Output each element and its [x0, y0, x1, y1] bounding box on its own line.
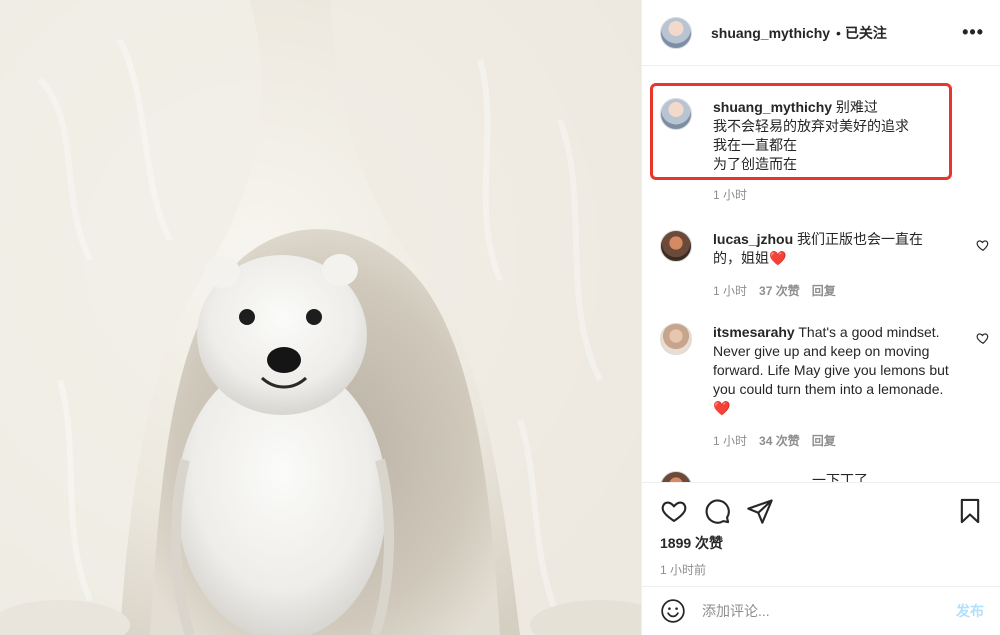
post-comment-button[interactable]: 发布	[956, 601, 984, 621]
caption-line: 我不会轻易的放弃对美好的追求	[713, 118, 909, 134]
caption-username[interactable]: shuang_mythichy	[713, 99, 832, 115]
caption-line: 为了创造而在	[713, 156, 797, 172]
caption-line: 别难过	[835, 99, 878, 115]
reply-button[interactable]: 回复	[812, 432, 836, 451]
comment-like-heart-icon[interactable]	[976, 331, 990, 345]
separator-dot: •	[836, 24, 841, 41]
post-header: shuang_mythichy • 已关注 •••	[642, 0, 1000, 66]
commenter-avatar[interactable]	[660, 323, 692, 355]
comment-input[interactable]	[702, 603, 956, 619]
likes-count[interactable]: 1899 次赞	[642, 533, 1000, 553]
comment-time[interactable]: 1 小时	[713, 432, 747, 451]
caption-line: 我在一直都在	[713, 137, 797, 153]
author-avatar[interactable]	[660, 16, 692, 49]
author-username[interactable]: shuang_mythichy	[711, 25, 830, 41]
posted-time[interactable]: 1 小时前	[642, 561, 1000, 578]
follow-status[interactable]: 已关注	[845, 23, 887, 43]
heart-outline-icon[interactable]	[660, 497, 688, 525]
comment-item: 一下丁了……	[660, 471, 990, 482]
post-actions: 1899 次赞 1 小时前	[642, 482, 1000, 580]
comment-username[interactable]: itsmesarahy	[713, 324, 795, 340]
comment-like-heart-icon[interactable]	[976, 238, 990, 252]
comments-list[interactable]: shuang_mythichy 别难过 我不会轻易的放弃对美好的追求 我在一直都…	[642, 67, 1000, 482]
comment-username[interactable]: lucas_jzhou	[713, 231, 793, 247]
paper-plane-icon[interactable]	[746, 497, 774, 525]
comment-text: 我们正版也会一直在	[797, 231, 924, 247]
comment-text: 的，姐姐❤️	[713, 250, 787, 266]
comment-item: lucas_jzhou 我们正版也会一直在 的，姐姐❤️ 1 小时 37 次赞 …	[660, 230, 990, 301]
post-photo[interactable]	[0, 0, 641, 635]
more-dots-icon[interactable]: •••	[962, 22, 984, 43]
author-avatar[interactable]	[660, 98, 692, 130]
comment-text: 一下丁了……	[812, 472, 896, 482]
comment-likes[interactable]: 34 次赞	[759, 432, 800, 451]
comment-time[interactable]: 1 小时	[713, 282, 747, 301]
add-comment-bar: 发布	[642, 586, 1000, 635]
post-panel: shuang_mythichy • 已关注 ••• shuang_mythich…	[641, 0, 1000, 635]
comment-bubble-icon[interactable]	[703, 497, 731, 525]
comment-item: itsmesarahy That's a good mindset. Never…	[660, 323, 990, 451]
caption: shuang_mythichy 别难过 我不会轻易的放弃对美好的追求 我在一直都…	[660, 98, 990, 205]
comment-likes[interactable]: 37 次赞	[759, 282, 800, 301]
emoji-smile-icon[interactable]	[660, 598, 686, 624]
commenter-avatar[interactable]	[660, 471, 692, 482]
caption-time[interactable]: 1 小时	[713, 186, 747, 205]
reply-button[interactable]: 回复	[812, 282, 836, 301]
bookmark-icon[interactable]	[956, 497, 984, 525]
commenter-avatar[interactable]	[660, 230, 692, 262]
